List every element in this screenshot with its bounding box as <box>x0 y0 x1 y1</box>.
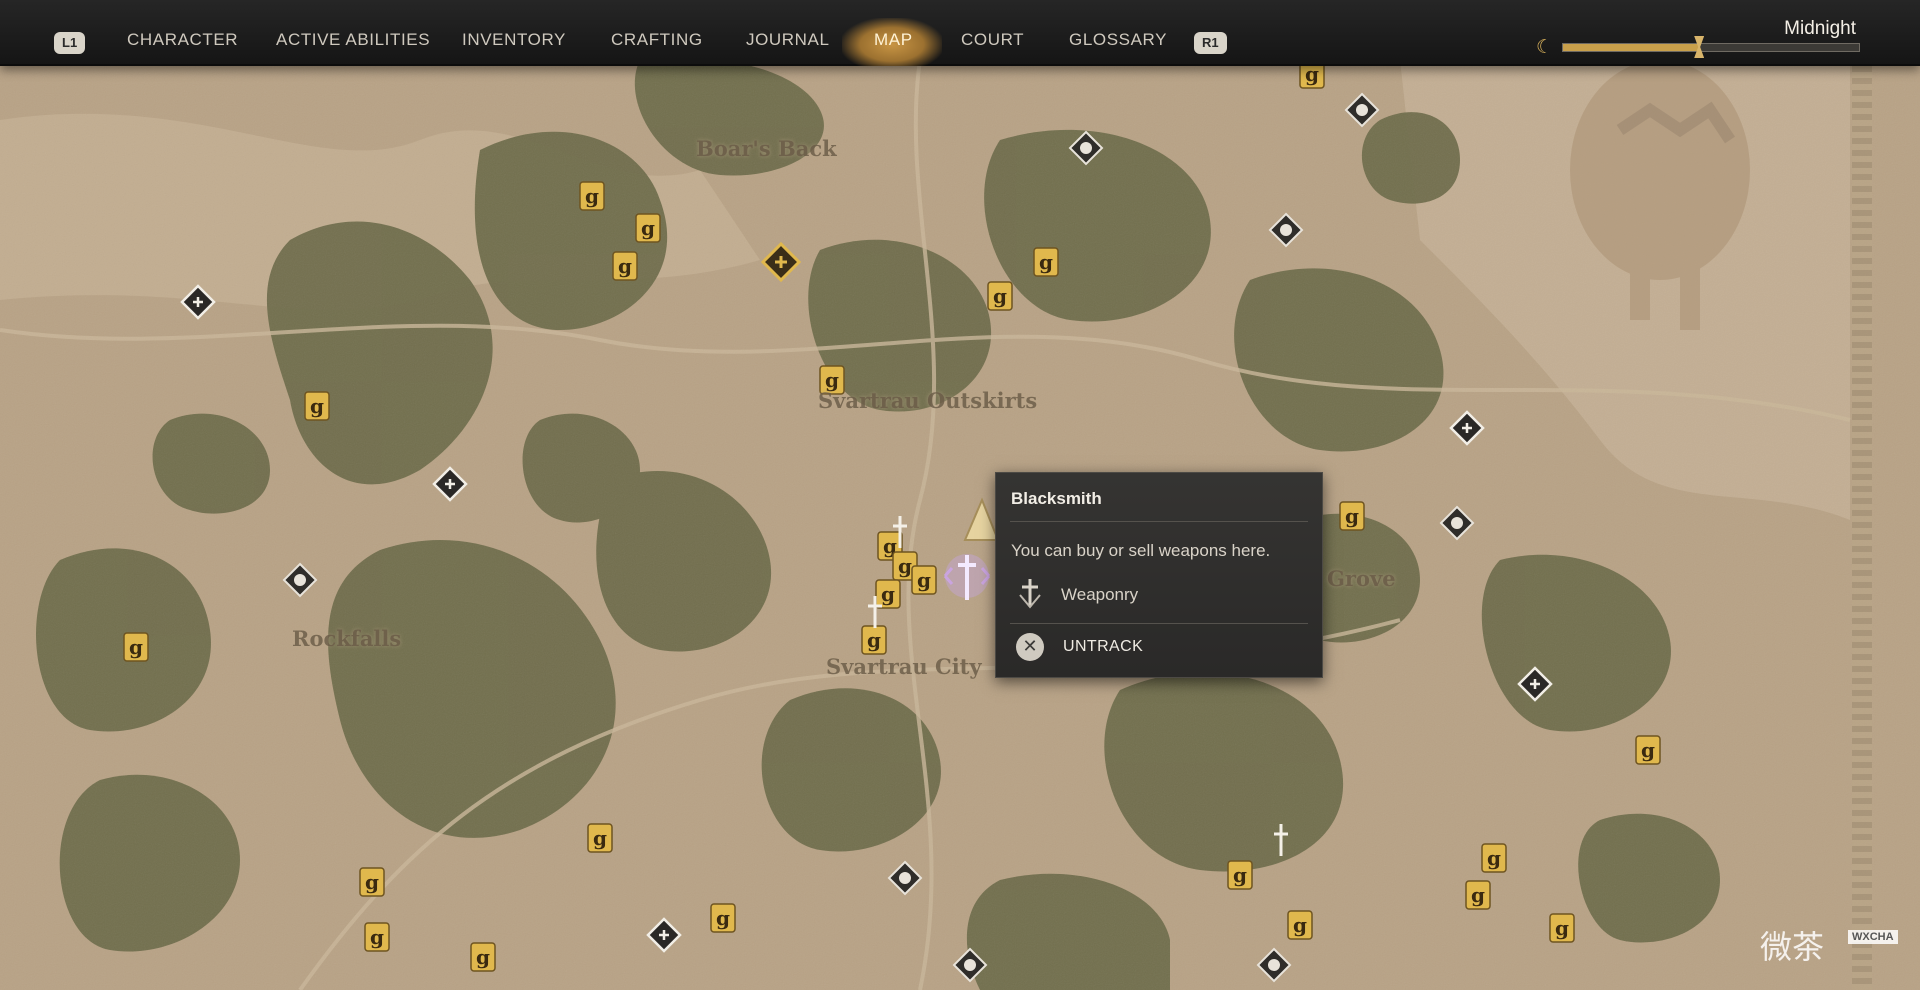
crescent-moon-icon: ☾ <box>1536 36 1554 58</box>
svg-text:g: g <box>370 925 384 949</box>
svg-text:g: g <box>898 554 912 578</box>
tab-court[interactable]: COURT <box>961 30 1024 50</box>
svg-text:g: g <box>476 945 490 969</box>
gold-rune-marker-icon[interactable]: g <box>470 942 496 972</box>
gold-rune-marker-icon[interactable]: g <box>612 251 638 281</box>
svg-text:g: g <box>917 568 931 592</box>
svg-text:g: g <box>365 870 379 894</box>
tab-active-abilities[interactable]: ACTIVE ABILITIES <box>276 30 430 50</box>
tab-inventory[interactable]: INVENTORY <box>462 30 566 50</box>
l1-button-hint[interactable]: L1 <box>54 32 86 54</box>
svg-text:g: g <box>867 628 881 652</box>
gold-rune-marker-icon[interactable]: g <box>861 625 887 655</box>
tab-character[interactable]: CHARACTER <box>127 30 238 50</box>
svg-text:g: g <box>593 826 607 850</box>
tab-journal[interactable]: JOURNAL <box>746 30 830 50</box>
location-tooltip: Blacksmith You can buy or sell weapons h… <box>995 472 1323 678</box>
gold-rune-marker-icon[interactable]: g <box>1481 843 1507 873</box>
time-of-day-label: Midnight <box>1784 18 1856 39</box>
gold-rune-marker-icon[interactable]: g <box>1465 880 1491 910</box>
svg-text:g: g <box>993 284 1007 308</box>
svg-text:g: g <box>1345 504 1359 528</box>
svg-text:g: g <box>1293 913 1307 937</box>
gold-rune-marker-icon[interactable]: g <box>710 903 736 933</box>
map-right-border <box>1852 66 1872 990</box>
place-label-svartrau-city: Svartrau City <box>826 654 982 679</box>
svg-text:g: g <box>585 184 599 208</box>
watermark-tag: WXCHA <box>1848 930 1898 944</box>
gold-rune-marker-icon[interactable]: g <box>364 922 390 952</box>
watermark: 微茶 <box>1760 928 1825 966</box>
place-label-rockfalls: Rockfalls <box>292 626 402 651</box>
untrack-action[interactable]: UNTRACK <box>1063 638 1143 656</box>
tooltip-title: Blacksmith <box>1011 489 1102 508</box>
gold-rune-marker-icon[interactable]: g <box>1287 910 1313 940</box>
svg-text:g: g <box>881 582 895 606</box>
tooltip-divider-2 <box>1010 623 1308 624</box>
gold-rune-marker-icon[interactable]: g <box>304 391 330 421</box>
world-map[interactable]: gggggggggggggggggggggggggg <box>0 0 1920 990</box>
weaponry-icon <box>1016 577 1044 611</box>
svg-text:g: g <box>129 635 143 659</box>
tab-crafting[interactable]: CRAFTING <box>611 30 703 50</box>
gold-rune-marker-icon[interactable]: g <box>911 565 937 595</box>
place-label-boars-back: Boar's Back <box>696 136 837 161</box>
svg-text:g: g <box>1039 250 1053 274</box>
tooltip-divider <box>1010 521 1308 522</box>
gold-rune-marker-icon[interactable]: g <box>579 181 605 211</box>
tab-map[interactable]: MAP <box>874 30 913 50</box>
tab-glossary[interactable]: GLOSSARY <box>1069 30 1167 50</box>
time-progress-fill <box>1563 44 1700 51</box>
gold-rune-marker-icon[interactable]: g <box>635 213 661 243</box>
gold-rune-marker-icon[interactable]: g <box>1339 501 1365 531</box>
gold-rune-marker-icon[interactable]: g <box>1033 247 1059 277</box>
gold-rune-marker-icon[interactable]: g <box>359 867 385 897</box>
gold-rune-marker-icon[interactable]: g <box>1635 735 1661 765</box>
time-progress-track <box>1562 36 1860 58</box>
svg-text:g: g <box>641 216 655 240</box>
svg-text:g: g <box>716 906 730 930</box>
gold-rune-marker-icon[interactable]: g <box>1227 860 1253 890</box>
svg-text:g: g <box>1233 863 1247 887</box>
svg-text:g: g <box>310 394 324 418</box>
gold-rune-marker-icon[interactable]: g <box>123 632 149 662</box>
svg-text:g: g <box>1471 883 1485 907</box>
svg-text:g: g <box>1487 846 1501 870</box>
svg-text:g: g <box>618 254 632 278</box>
gold-rune-marker-icon[interactable]: g <box>987 281 1013 311</box>
gold-rune-marker-icon[interactable]: g <box>587 823 613 853</box>
x-button-icon[interactable]: ✕ <box>1016 633 1044 661</box>
svg-text:g: g <box>1555 916 1569 940</box>
gold-rune-marker-icon[interactable]: g <box>875 579 901 609</box>
gold-rune-marker-icon[interactable]: g <box>1549 913 1575 943</box>
place-label-svartrau-outskirts: Svartrau Outskirts <box>818 388 1038 413</box>
tooltip-description: You can buy or sell weapons here. <box>1011 541 1271 560</box>
r1-button-hint[interactable]: R1 <box>1194 32 1227 54</box>
svg-text:g: g <box>1641 738 1655 762</box>
tooltip-category: Weaponry <box>1061 585 1139 604</box>
place-label-grove: Grove <box>1327 566 1396 591</box>
top-navigation-bar: L1 CHARACTER ACTIVE ABILITIES INVENTORY … <box>0 0 1920 66</box>
